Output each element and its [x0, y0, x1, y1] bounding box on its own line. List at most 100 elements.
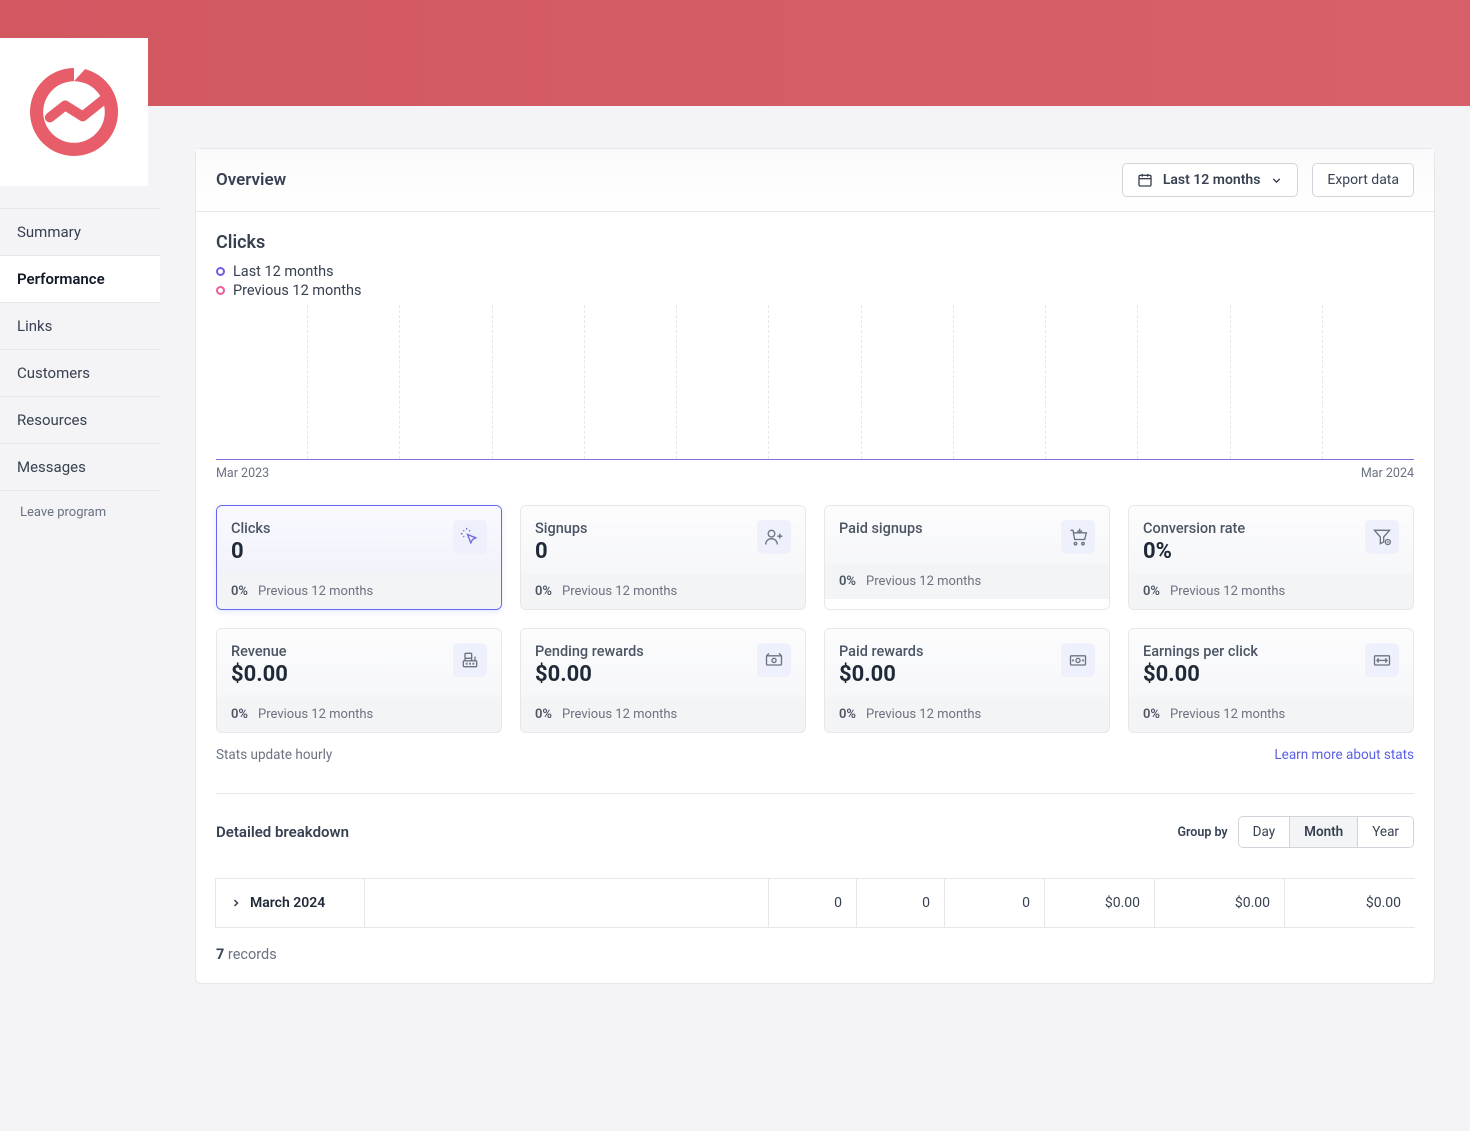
x-axis-start: Mar 2023 — [216, 466, 269, 481]
cart-plus-icon — [1061, 520, 1095, 554]
chevron-right-icon — [230, 897, 242, 909]
metric-label: Revenue — [231, 643, 288, 660]
sidebar-item-performance[interactable]: Performance — [0, 256, 160, 303]
sidebar-item-resources[interactable]: Resources — [0, 397, 160, 444]
metric-label: Paid rewards — [839, 643, 923, 660]
legend-previous-label: Previous 12 months — [233, 282, 362, 299]
metric-label: Paid signups — [839, 520, 923, 537]
legend-previous: Previous 12 months — [216, 282, 1414, 299]
row-period: March 2024 — [250, 895, 325, 911]
metric-prev: Previous 12 months — [258, 707, 373, 722]
clicks-chart — [216, 305, 1414, 460]
metric-prev: Previous 12 months — [866, 707, 981, 722]
cycle-icon — [1365, 643, 1399, 677]
metric-prev: Previous 12 months — [1170, 707, 1285, 722]
breakdown-title: Detailed breakdown — [216, 823, 349, 841]
sidebar-nav: Summary Performance Links Customers Reso… — [0, 208, 160, 491]
metric-value: $0.00 — [1143, 662, 1258, 687]
metric-earnings-per-click[interactable]: Earnings per click $0.00 0% Previous 12 … — [1128, 628, 1414, 733]
groupby-control: Group by Day Month Year — [1177, 816, 1414, 848]
metric-prev: Previous 12 months — [258, 584, 373, 599]
metric-delta: 0% — [1143, 584, 1160, 599]
metric-delta: 0% — [839, 574, 856, 589]
logo-icon — [19, 57, 129, 167]
metric-delta: 0% — [839, 707, 856, 722]
user-plus-icon — [757, 520, 791, 554]
metric-prev: Previous 12 months — [1170, 584, 1285, 599]
metric-prev: Previous 12 months — [866, 574, 981, 589]
legend-current: Last 12 months — [216, 263, 1414, 280]
breakdown-table: March 2024 0 0 0 $0.00 $0.00 $0.00 — [215, 878, 1415, 928]
export-button[interactable]: Export data — [1312, 163, 1414, 197]
row-cell-n2: 0 — [857, 879, 945, 927]
learn-more-link[interactable]: Learn more about stats — [1274, 747, 1414, 763]
legend-dot-icon — [216, 267, 225, 276]
metric-value: $0.00 — [535, 662, 644, 687]
metric-paid-signups[interactable]: Paid signups 0% Previous 12 months — [824, 505, 1110, 610]
sidebar-item-customers[interactable]: Customers — [0, 350, 160, 397]
metric-paid-rewards[interactable]: Paid rewards $0.00 0% Previous 12 months — [824, 628, 1110, 733]
chevron-down-icon — [1270, 174, 1283, 187]
row-cell-m2: $0.00 — [1155, 879, 1285, 927]
main: Overview Last 12 months Export data — [160, 106, 1470, 1024]
row-cell-m1: $0.00 — [1045, 879, 1155, 927]
metric-conversion[interactable]: Conversion rate 0% 0% Previous 12 months — [1128, 505, 1414, 610]
row-cell-empty — [365, 879, 769, 927]
x-axis-end: Mar 2024 — [1361, 466, 1414, 481]
table-row[interactable]: March 2024 0 0 0 $0.00 $0.00 $0.00 — [215, 879, 1415, 927]
metric-value: 0% — [1143, 539, 1245, 564]
card-header: Overview Last 12 months Export data — [196, 149, 1434, 212]
metric-label: Pending rewards — [535, 643, 644, 660]
row-cell-n3: 0 — [945, 879, 1045, 927]
sidebar-item-summary[interactable]: Summary — [0, 208, 160, 256]
chart-legend: Last 12 months Previous 12 months — [216, 263, 1414, 299]
date-range-dropdown[interactable]: Last 12 months — [1122, 163, 1299, 197]
chart-title: Clicks — [216, 232, 1414, 253]
sidebar-item-links[interactable]: Links — [0, 303, 160, 350]
row-cell-m3: $0.00 — [1285, 879, 1415, 927]
metric-delta: 0% — [231, 584, 248, 599]
row-cell-n1: 0 — [769, 879, 857, 927]
groupby-day[interactable]: Day — [1239, 817, 1291, 847]
cash-register-icon — [453, 643, 487, 677]
metric-pending-rewards[interactable]: Pending rewards $0.00 0% Previous 12 mon… — [520, 628, 806, 733]
sidebar-item-messages[interactable]: Messages — [0, 444, 160, 491]
groupby-month[interactable]: Month — [1290, 817, 1358, 847]
page-title: Overview — [216, 170, 286, 190]
logo — [0, 38, 148, 186]
metrics-grid: Clicks 0 0% Previous 12 months — [216, 505, 1414, 733]
metric-value: $0.00 — [231, 662, 288, 687]
metric-value: 0 — [535, 539, 587, 564]
metric-delta: 0% — [231, 707, 248, 722]
metric-label: Earnings per click — [1143, 643, 1258, 660]
metric-delta: 0% — [535, 707, 552, 722]
chart-x-axis: Mar 2023 Mar 2024 — [216, 460, 1414, 481]
metric-prev: Previous 12 months — [562, 584, 677, 599]
metric-label: Signups — [535, 520, 587, 537]
metric-revenue[interactable]: Revenue $0.00 0% Previous 12 months — [216, 628, 502, 733]
funnel-icon — [1365, 520, 1399, 554]
metric-delta: 0% — [535, 584, 552, 599]
legend-current-label: Last 12 months — [233, 263, 334, 280]
header-banner — [0, 0, 1470, 106]
metric-label: Clicks — [231, 520, 270, 537]
stats-update-note: Stats update hourly — [216, 747, 332, 763]
metric-signups[interactable]: Signups 0 0% Previous 12 months — [520, 505, 806, 610]
groupby-year[interactable]: Year — [1358, 817, 1413, 847]
cash-icon — [1061, 643, 1095, 677]
leave-program-link[interactable]: Leave program — [0, 491, 160, 534]
calendar-icon — [1137, 172, 1153, 188]
export-label: Export data — [1327, 172, 1399, 188]
metric-delta: 0% — [1143, 707, 1160, 722]
metric-value: 0 — [231, 539, 270, 564]
metric-clicks[interactable]: Clicks 0 0% Previous 12 months — [216, 505, 502, 610]
records-count: 7 records — [216, 928, 1414, 963]
date-range-label: Last 12 months — [1163, 172, 1261, 188]
section-divider — [216, 793, 1414, 794]
sidebar: Summary Performance Links Customers Reso… — [0, 38, 160, 1024]
metric-label: Conversion rate — [1143, 520, 1245, 537]
pending-rewards-icon — [757, 643, 791, 677]
groupby-label: Group by — [1177, 825, 1227, 840]
legend-dot-icon — [216, 286, 225, 295]
click-icon — [453, 520, 487, 554]
